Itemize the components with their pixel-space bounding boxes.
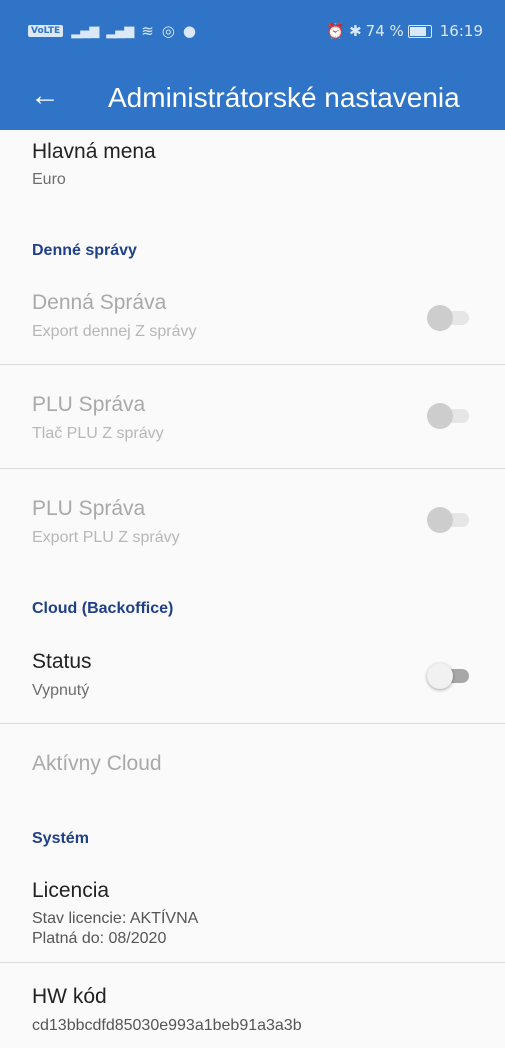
setting-daily-report: Denná Správa Export dennej Z správy [0, 280, 505, 364]
setting-title: Licencia [32, 879, 110, 902]
signal-icon: ▂▄▆ [71, 23, 99, 39]
setting-title: Hlavná mena [32, 140, 156, 163]
setting-subtitle: Vypnutý [32, 682, 90, 699]
daily-report-switch [427, 305, 471, 331]
volte-badge: VoLTE [28, 25, 64, 37]
setting-title: Status [32, 650, 92, 673]
section-header-system: Systém [32, 830, 89, 847]
notification-icon: ● [182, 22, 196, 40]
status-right: ⏰ ✱ 74 % 16:19 [326, 22, 483, 40]
setting-value: Euro [32, 171, 66, 188]
setting-plu-export: PLU Správa Export PLU Z správy [0, 469, 505, 569]
status-bar: VoLTE ▂▄▆ ▂▄▆ ≋ ◎ ● ⏰ ✱ 74 % 16:19 [0, 0, 505, 62]
license-status: Stav licencie: AKTÍVNA [32, 910, 199, 927]
setting-title: HW kód [32, 985, 107, 1008]
setting-active-cloud: Aktívny Cloud [0, 724, 505, 814]
setting-hw-code[interactable]: HW kód cd13bbcdfd85030e993a1beb91a3a3b [0, 963, 505, 1048]
setting-plu-print: PLU Správa Tlač PLU Z správy [0, 365, 505, 467]
license-valid-until: Platná do: 08/2020 [32, 930, 167, 947]
arrow-left-icon[interactable]: ← [30, 76, 60, 116]
setting-title: Aktívny Cloud [32, 752, 162, 775]
plu-print-switch [427, 403, 471, 429]
battery-percent: 74 % [365, 22, 404, 40]
setting-title: PLU Správa [32, 497, 146, 520]
cloud-status-switch[interactable] [427, 663, 471, 689]
status-time: 16:19 [439, 22, 483, 40]
bluetooth-icon: ✱ [349, 22, 362, 40]
hw-code-value: cd13bbcdfd85030e993a1beb91a3a3b [32, 1017, 302, 1034]
setting-subtitle: Tlač PLU Z správy [32, 425, 164, 442]
data-icon: ◎ [161, 22, 175, 40]
battery-icon [407, 24, 432, 38]
setting-main-currency[interactable]: Hlavná mena Euro [0, 130, 505, 220]
plu-export-switch [427, 507, 471, 533]
signal-icon: ▂▄▆ [106, 23, 134, 39]
wifi-icon: ≋ [141, 22, 154, 40]
setting-subtitle: Export PLU Z správy [32, 529, 180, 546]
setting-title: PLU Správa [32, 393, 146, 416]
alarm-icon: ⏰ [326, 22, 346, 40]
section-header-daily: Denné správy [32, 242, 137, 259]
setting-title: Denná Správa [32, 291, 167, 314]
page-title: Administrátorské nastavenia [108, 82, 460, 113]
setting-subtitle: Export dennej Z správy [32, 323, 197, 340]
section-header-cloud: Cloud (Backoffice) [32, 600, 174, 617]
status-left: VoLTE ▂▄▆ ▂▄▆ ≋ ◎ ● [28, 22, 196, 40]
app-bar: ← Administrátorské nastavenia [0, 62, 505, 130]
setting-cloud-status[interactable]: Status Vypnutý [0, 630, 505, 722]
